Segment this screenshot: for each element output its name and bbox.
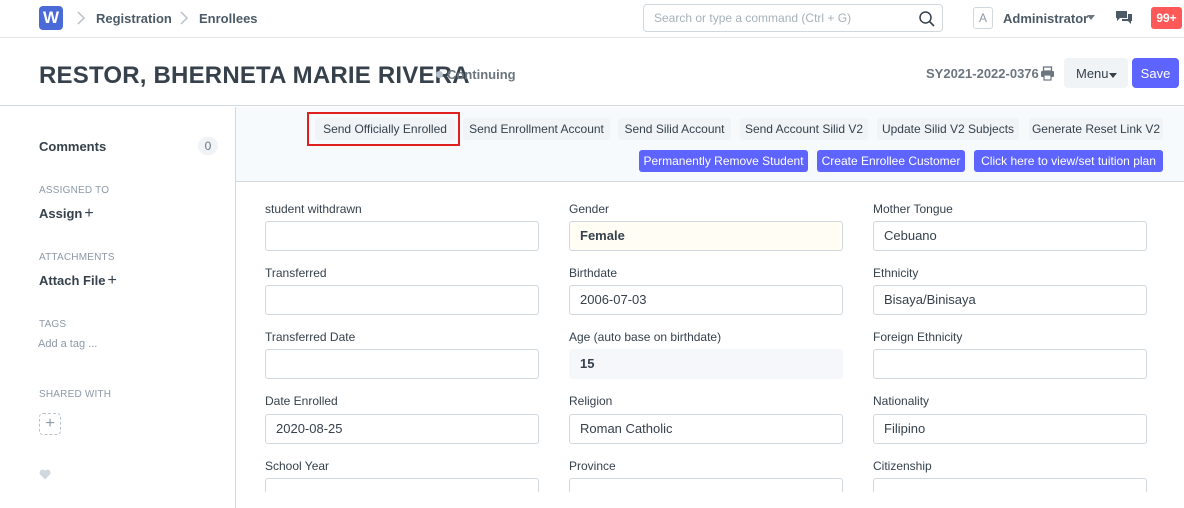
plus-icon: + [107, 272, 117, 289]
search-icon[interactable] [918, 10, 936, 28]
breadcrumb-registration[interactable]: Registration [96, 11, 172, 26]
app-logo[interactable]: W [39, 6, 63, 30]
heart-icon[interactable] [39, 469, 51, 480]
transferred-date-field[interactable] [265, 349, 539, 379]
citizenship-label: Citizenship [873, 459, 932, 473]
gender-label: Gender [569, 202, 610, 216]
update-silid-v2-subjects-button[interactable]: Update Silid V2 Subjects [877, 118, 1019, 140]
navbar: W Registration Enrollees A Administrator… [0, 0, 1184, 38]
student-withdrawn-field[interactable] [265, 221, 539, 251]
ethnicity-label: Ethnicity [873, 266, 919, 280]
chevron-right-icon [180, 11, 189, 25]
add-tag-link[interactable]: Add a tag ... [38, 338, 97, 350]
assign-button[interactable]: Assign + [39, 205, 94, 223]
caret-down-icon[interactable] [1087, 15, 1095, 20]
date-enrolled-field[interactable]: 2020-08-25 [265, 414, 539, 444]
shared-with-heading: SHARED WITH [39, 389, 112, 400]
school-year-field[interactable] [265, 478, 539, 492]
send-silid-account-button[interactable]: Send Silid Account [618, 118, 731, 140]
status-badge: Continuing [447, 67, 516, 82]
province-field[interactable] [569, 478, 843, 492]
transferred-field[interactable] [265, 285, 539, 315]
print-icon[interactable] [1040, 66, 1055, 81]
province-label: Province [569, 459, 616, 473]
page-header: RESTOR, BHERNETA MARIE RIVERA Continuing… [0, 38, 1184, 106]
foreign-ethnicity-label: Foreign Ethnicity [873, 330, 963, 344]
assigned-to-heading: ASSIGNED TO [39, 185, 110, 196]
birthdate-label: Birthdate [569, 266, 618, 280]
nationality-field[interactable]: Filipino [873, 414, 1147, 444]
assign-label: Assign [39, 206, 83, 221]
document-id: SY2021-2022-0376 [926, 66, 1039, 81]
add-share-button[interactable]: + [39, 413, 61, 435]
attach-file-label: Attach File [39, 273, 106, 288]
attach-file-button[interactable]: Attach File + [39, 272, 117, 290]
ethnicity-field[interactable]: Bisaya/Binisaya [873, 285, 1147, 315]
page-title: RESTOR, BHERNETA MARIE RIVERA [39, 62, 470, 89]
age-label: Age (auto base on birthdate) [569, 330, 722, 344]
birthdate-field[interactable]: 2006-07-03 [569, 285, 843, 315]
search-input[interactable] [654, 11, 909, 25]
age-value: 15 [569, 349, 843, 379]
send-officially-enrolled-button[interactable]: Send Officially Enrolled [315, 118, 455, 140]
comments-count-badge: 0 [198, 137, 218, 155]
religion-label: Religion [569, 394, 613, 408]
foreign-ethnicity-field[interactable] [873, 349, 1147, 379]
date-enrolled-label: Date Enrolled [265, 394, 338, 408]
chat-icon[interactable] [1115, 10, 1133, 26]
citizenship-field[interactable] [873, 478, 1147, 492]
user-menu[interactable]: Administrator [1003, 11, 1088, 26]
mother-tongue-field[interactable]: Cebuano [873, 221, 1147, 251]
plus-icon: + [84, 205, 94, 222]
transferred-label: Transferred [265, 266, 327, 280]
search-box [643, 4, 943, 32]
religion-field[interactable]: Roman Catholic [569, 414, 843, 444]
permanently-remove-student-button[interactable]: Permanently Remove Student [639, 150, 808, 172]
chevron-right-icon [77, 11, 86, 25]
comments-link[interactable]: Comments [39, 139, 106, 154]
save-button[interactable]: Save [1132, 58, 1179, 88]
generate-reset-link-v2-button[interactable]: Generate Reset Link V2 [1029, 118, 1163, 140]
mother-tongue-label: Mother Tongue [873, 202, 953, 216]
breadcrumb-enrollees[interactable]: Enrollees [199, 11, 258, 26]
attachments-heading: ATTACHMENTS [39, 252, 115, 263]
send-enrollment-account-button[interactable]: Send Enrollment Account [463, 118, 610, 140]
school-year-label: School Year [265, 459, 330, 473]
send-account-silid-v2-button[interactable]: Send Account Silid V2 [740, 118, 868, 140]
gender-select[interactable]: Female [569, 221, 843, 251]
create-enrollee-customer-button[interactable]: Create Enrollee Customer [817, 150, 965, 172]
menu-button[interactable]: Menu [1064, 58, 1128, 88]
status-indicator-dot [436, 71, 443, 78]
nationality-label: Nationality [873, 394, 930, 408]
user-avatar[interactable]: A [973, 7, 993, 29]
transferred-date-label: Transferred Date [265, 330, 356, 344]
caret-down-icon [1109, 73, 1117, 78]
tags-heading: TAGS [39, 319, 67, 330]
view-set-tuition-plan-button[interactable]: Click here to view/set tuition plan [974, 150, 1163, 172]
notifications-badge[interactable]: 99+ [1151, 7, 1182, 29]
student-withdrawn-label: student withdrawn [265, 202, 362, 216]
